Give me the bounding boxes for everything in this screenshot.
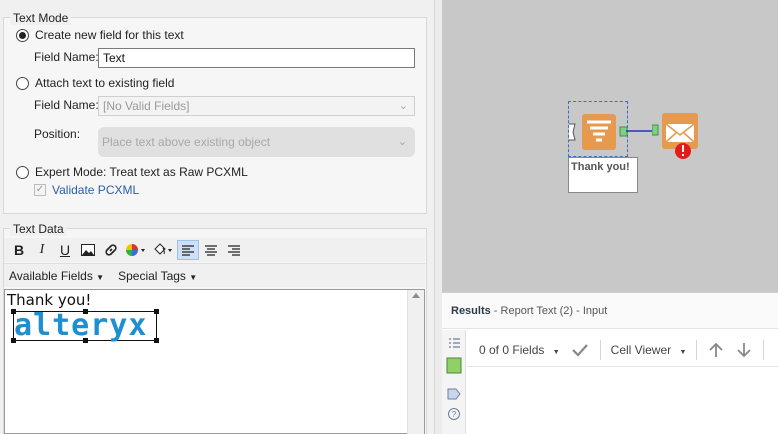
fields-dropdown[interactable]: 0 of 0 Fields ▼ <box>479 343 560 357</box>
expert-mode-label: Expert Mode: Treat text as Raw PCXML <box>35 165 248 179</box>
text-editor[interactable]: Thank you! alteryx <box>4 289 425 434</box>
alteryx-logo: alteryx <box>14 308 148 343</box>
align-right-icon <box>228 244 240 256</box>
chevron-down-icon: ⌄ <box>398 100 408 112</box>
text-data-title: Text Data <box>10 222 67 236</box>
color-picker-button[interactable] <box>123 240 149 260</box>
fill-color-button[interactable] <box>150 240 176 260</box>
tag-icon[interactable] <box>442 384 466 404</box>
special-tags-dropdown[interactable]: Special Tags ▼ <box>118 269 197 283</box>
attach-field-radio[interactable]: Attach text to existing field <box>16 76 174 90</box>
align-center-icon <box>205 244 217 256</box>
existing-field-value: [No Valid Fields] <box>103 99 190 113</box>
report-text-tool[interactable] <box>568 101 628 157</box>
available-fields-label: Available Fields <box>9 268 93 283</box>
cell-viewer-label: Cell Viewer <box>610 342 672 357</box>
data-grid-icon[interactable] <box>442 356 466 376</box>
help-icon[interactable]: ? <box>442 404 466 424</box>
list-icon[interactable] <box>442 334 466 354</box>
position-select[interactable]: Place text above existing object ⌄ <box>98 127 415 157</box>
editor-scrollbar[interactable] <box>407 290 424 434</box>
align-center-button[interactable] <box>200 240 222 260</box>
radio-unselected-icon <box>16 76 29 90</box>
tool-annotation: Thank you! <box>568 157 638 193</box>
color-wheel-icon <box>126 244 145 256</box>
align-left-icon <box>182 244 194 256</box>
radio-selected-icon <box>16 28 29 42</box>
resize-handle[interactable] <box>11 338 16 343</box>
results-sidebar: ? <box>442 330 466 434</box>
resize-handle[interactable] <box>83 338 88 343</box>
expert-mode-radio[interactable]: Expert Mode: Treat text as Raw PCXML <box>16 165 248 179</box>
underline-button[interactable]: U <box>54 240 76 260</box>
app-root: Text Mode Create new field for this text… <box>0 0 778 434</box>
dropdown-arrow-icon: ▼ <box>96 272 105 282</box>
checkmark-icon: ✓ <box>34 184 46 196</box>
bold-button[interactable]: B <box>8 240 30 260</box>
editor-text[interactable]: Thank you! <box>7 291 91 309</box>
arrow-up-icon[interactable] <box>707 341 725 359</box>
available-fields-dropdown[interactable]: Available Fields ▼ <box>9 269 104 283</box>
report-text-tool-icon <box>569 114 628 150</box>
workflow-canvas[interactable]: Thank you! <box>442 0 778 292</box>
existing-field-select[interactable]: [No Valid Fields] ⌄ <box>98 96 415 116</box>
panel-splitter[interactable] <box>434 0 442 434</box>
results-panel: Results - Report Text (2) - Input ? 0 of… <box>442 292 778 434</box>
results-subtitle: - Report Text (2) - Input <box>490 305 608 317</box>
create-field-label: Create new field for this text <box>35 28 184 42</box>
align-right-button[interactable] <box>223 240 245 260</box>
toolbar-separator <box>696 339 698 360</box>
dropdown-arrow-icon: ▼ <box>189 272 198 282</box>
validate-pcxml-checkbox[interactable]: ✓ Validate PCXML <box>34 183 139 197</box>
attach-field-label: Attach text to existing field <box>35 76 175 90</box>
resize-handle[interactable] <box>11 309 16 314</box>
insert-image-button[interactable] <box>77 240 99 260</box>
cell-viewer-dropdown[interactable]: Cell Viewer ▼ <box>611 343 687 357</box>
dropdown-arrow-icon: ▼ <box>552 348 560 356</box>
field-name-label: Field Name: <box>34 50 99 64</box>
chevron-down-icon: ⌄ <box>397 136 407 148</box>
create-field-radio[interactable]: Create new field for this text <box>16 28 184 42</box>
checkmark-icon[interactable] <box>570 342 590 358</box>
special-tags-label: Special Tags <box>118 268 186 283</box>
scroll-up-icon[interactable] <box>412 293 420 298</box>
paint-bucket-icon <box>154 243 172 255</box>
resize-handle[interactable] <box>83 309 88 314</box>
svg-text:?: ? <box>452 410 457 419</box>
position-value: Place text above existing object <box>102 135 271 149</box>
toolbar-separator <box>599 339 601 360</box>
field-name-input[interactable]: Text <box>98 48 415 68</box>
insert-link-button[interactable] <box>100 240 122 260</box>
insert-toolbar: Available Fields ▼ Special Tags ▼ <box>4 263 425 287</box>
dropdown-arrow-icon: ▼ <box>679 348 687 356</box>
resize-handle[interactable] <box>154 338 159 343</box>
resize-handle[interactable] <box>154 309 159 314</box>
italic-button[interactable]: I <box>31 240 53 260</box>
format-toolbar: B I U <box>4 238 425 262</box>
arrow-down-icon[interactable] <box>735 341 753 359</box>
radio-unselected-icon <box>16 165 29 179</box>
results-toolbar: 0 of 0 Fields ▼ Cell Viewer ▼ <box>467 333 778 367</box>
tool-annotation-text: Thank you! <box>571 161 630 173</box>
image-icon <box>81 244 95 256</box>
embedded-logo-image[interactable]: alteryx <box>11 308 159 343</box>
position-label: Position: <box>34 127 81 141</box>
toolbar-separator <box>763 339 765 360</box>
text-mode-title: Text Mode <box>10 11 72 25</box>
results-header: Results - Report Text (2) - Input <box>442 293 778 329</box>
validate-pcxml-label: Validate PCXML <box>52 183 140 197</box>
link-icon <box>105 244 117 256</box>
align-left-button[interactable] <box>177 240 199 260</box>
configuration-panel: Text Mode Create new field for this text… <box>0 0 434 434</box>
email-tool[interactable] <box>652 111 698 161</box>
field-name-label-2: Field Name: <box>34 98 99 112</box>
results-title: Results <box>451 305 491 317</box>
fields-count: 0 of 0 Fields <box>479 342 545 357</box>
